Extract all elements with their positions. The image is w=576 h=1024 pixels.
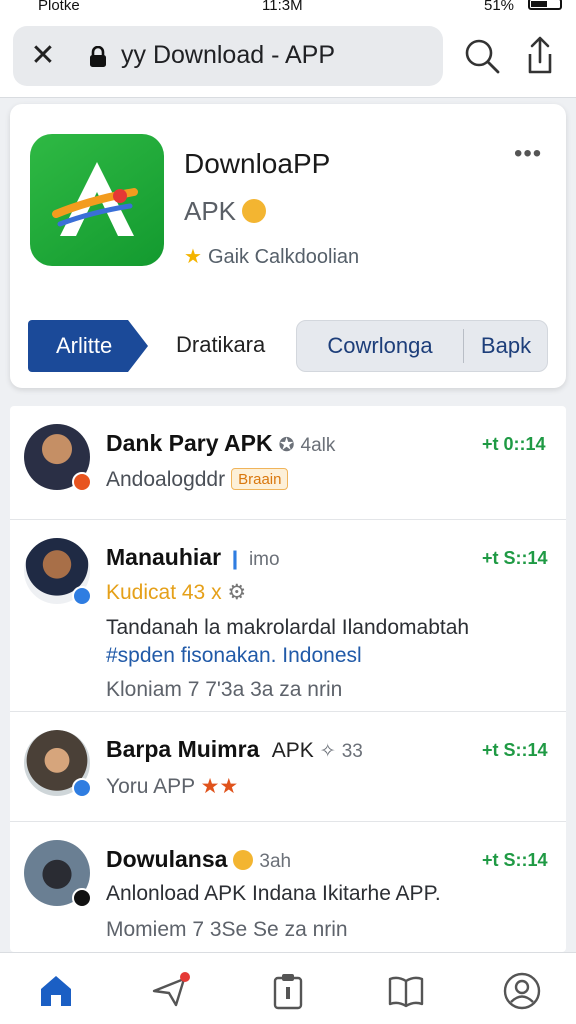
avatar[interactable] — [24, 538, 92, 606]
app-name: DownloaPP — [184, 148, 331, 179]
rating-label: Gaik Calkdoolian — [207, 246, 360, 268]
status-bar: Plotke 11:3M 51% — [0, 0, 576, 18]
search-icon[interactable] — [462, 36, 502, 76]
badge-icon — [72, 472, 92, 492]
apk-button[interactable]: Bapk — [464, 321, 548, 371]
item-line: Kloniam 7 7'3a 3a za nrin — [106, 678, 343, 701]
item-line: Anlonload APK Indana Ikitarhe APP. — [106, 882, 441, 905]
emoji-icon — [233, 850, 254, 870]
item-title-text: Barpa Muimra — [106, 736, 260, 762]
tab-active[interactable]: Arlitte — [28, 320, 148, 372]
url-text[interactable]: yy Download - APP — [121, 41, 335, 70]
item-title: Dank Pary APK ✪ 4alk — [106, 430, 335, 457]
avatar[interactable] — [24, 840, 92, 908]
item-time: +t S::14 — [482, 740, 548, 760]
profile-icon[interactable] — [502, 971, 542, 1011]
item-title-text: Manauhiar — [106, 544, 222, 570]
app-subtitle-text: APK — [184, 196, 237, 226]
item-title-text: Dowulansa — [106, 846, 228, 872]
url-bar[interactable]: ✕ yy Download - APP — [13, 26, 443, 86]
badge-icon — [72, 888, 92, 908]
emoji-icon — [242, 199, 267, 223]
sparkle-icon: ✧ — [319, 741, 336, 762]
list-item[interactable]: Dowulansa 3ah +t S::14 Anlonload APK Inda… — [10, 822, 566, 952]
list-item[interactable]: Dank Pary APK ✪ 4alk +t 0::14 Andoalogddr B… — [10, 406, 566, 520]
tab-second[interactable]: Dratikara — [176, 332, 265, 358]
sparkle-icon: ★★ — [200, 775, 239, 798]
item-title-suffix: APK — [271, 739, 314, 762]
book-icon[interactable] — [386, 971, 426, 1011]
list-item[interactable]: Manauhiar ❙ imo +t S::14 Kudicat 43 x ⚙ Ta… — [10, 520, 566, 712]
item-line-text: Andoalogddr — [106, 468, 226, 491]
battery-icon — [528, 0, 562, 10]
share-icon[interactable] — [522, 34, 558, 78]
clipboard-icon[interactable] — [268, 971, 308, 1011]
item-line: Momiem 7 3Se Se za nrin — [106, 918, 348, 941]
item-title: Manauhiar ❙ imo — [106, 544, 280, 571]
item-title-text: Dank Pary APK — [106, 430, 273, 456]
star-icon: ★ — [184, 246, 202, 268]
list-item[interactable]: Barpa Muimra APK ✧ 33 +t S::14 Yoru APP ★★ — [10, 712, 566, 822]
item-line: Kudicat 43 x ⚙ — [106, 580, 246, 605]
home-icon[interactable] — [36, 971, 76, 1011]
app-card: DownloaPP APK ★ Gaik Calkdoolian ••• Arli… — [10, 104, 566, 388]
app-logo-icon[interactable] — [30, 134, 164, 266]
item-meta: 33 — [341, 741, 363, 762]
item-line: Tandanah la makrolardal Ilandomabtah — [106, 616, 470, 639]
item-line: Yoru APP ★★ — [106, 774, 238, 799]
item-meta: 4alk — [300, 435, 336, 456]
lock-icon — [90, 46, 106, 67]
download-button-group: Cowrlonga Bapk — [296, 320, 548, 372]
status-time: 11:3M — [262, 0, 303, 14]
battery-text: 51% — [484, 0, 515, 14]
item-time: +t 0::14 — [482, 434, 546, 454]
carrier-text: Plotke — [38, 0, 80, 14]
download-button[interactable]: Cowrlonga — [297, 321, 463, 371]
more-options-icon[interactable]: ••• — [514, 140, 542, 168]
tag-badge: Braain — [231, 468, 289, 490]
item-title: Dowulansa 3ah — [106, 846, 291, 873]
browser-toolbar: ✕ yy Download - APP — [0, 18, 576, 98]
badge-icon — [72, 586, 92, 606]
item-title: Barpa Muimra APK ✧ 33 — [106, 736, 363, 763]
avatar[interactable] — [24, 424, 92, 492]
item-meta: imo — [248, 549, 280, 570]
app-subtitle: APK — [184, 196, 267, 227]
kudos-text: Kudicat 43 x — [106, 581, 222, 604]
item-line: Andoalogddr Braain — [106, 468, 289, 492]
app-rating: ★ Gaik Calkdoolian — [184, 244, 359, 269]
item-time: +t S::14 — [482, 850, 548, 870]
info-icon: ❙ — [227, 549, 243, 570]
settings-icon: ⚙ — [227, 581, 247, 604]
avatar[interactable] — [24, 730, 92, 798]
bottom-nav — [0, 952, 576, 1024]
close-icon[interactable]: ✕ — [27, 38, 59, 74]
badge-icon — [72, 778, 92, 798]
item-time: +t S::14 — [482, 548, 548, 568]
feed-list: Dank Pary APK ✪ 4alk +t 0::14 Andoalogddr B… — [10, 406, 566, 952]
verified-icon: ✪ — [278, 435, 295, 456]
item-line-text: Yoru APP — [106, 775, 195, 798]
item-line: #spden fisonakan. Indonesl — [106, 644, 362, 667]
send-icon[interactable] — [150, 971, 190, 1011]
item-meta: 3ah — [259, 851, 292, 872]
